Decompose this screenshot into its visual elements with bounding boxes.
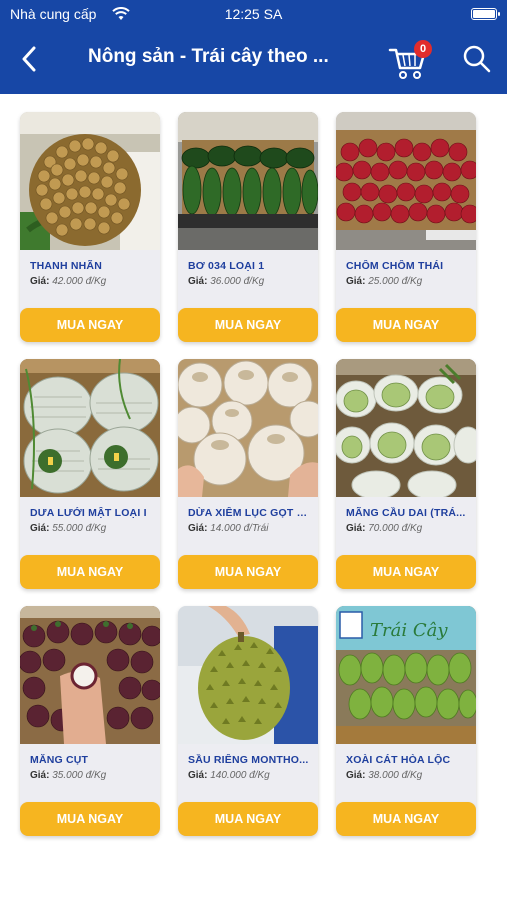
product-name[interactable]: BƠ 034 LOẠI 1 — [188, 260, 312, 272]
product-card[interactable]: THANH NHÃN Giá: 42.000 đ/Kg MUA NGAY — [20, 112, 160, 342]
shop-signboard-text: Trái Cây — [370, 620, 448, 641]
product-price: Giá: 25.000 đ/Kg — [346, 276, 423, 287]
buy-now-button[interactable]: MUA NGAY — [336, 802, 476, 836]
buy-now-button[interactable]: MUA NGAY — [178, 802, 318, 836]
coconut-photo — [178, 359, 318, 497]
battery-icon — [471, 8, 500, 20]
product-name[interactable]: DỪA XIÊM LỤC GỌT VỎ — [188, 507, 312, 519]
product-name[interactable]: MÃNG CẦU DAI (TRÁ... — [346, 507, 470, 519]
buy-now-button[interactable]: MUA NGAY — [178, 555, 318, 589]
chevron-left-icon — [22, 46, 36, 72]
product-card[interactable]: DỪA XIÊM LỤC GỌT VỎ Giá: 14.000 đ/Trái M… — [178, 359, 318, 589]
product-card[interactable]: SẦU RIÊNG MONTHO... Giá: 140.000 đ/Kg MU… — [178, 606, 318, 836]
product-image[interactable] — [336, 359, 476, 497]
product-price: Giá: 55.000 đ/Kg — [30, 523, 107, 534]
product-price: Giá: 38.000 đ/Kg — [346, 770, 423, 781]
longan-photo — [20, 112, 160, 250]
product-name[interactable]: SẦU RIÊNG MONTHO... — [188, 754, 312, 766]
buy-now-button[interactable]: MUA NGAY — [336, 308, 476, 342]
product-price: Giá: 140.000 đ/Kg — [188, 770, 270, 781]
page-title: Nông sản - Trái cây theo ... — [88, 46, 329, 67]
mangosteen-photo — [20, 606, 160, 744]
product-image[interactable] — [20, 112, 160, 250]
app-header: Nhà cung cấp 12:25 SA Nông sản - Trái câ… — [0, 0, 507, 94]
status-bar: Nhà cung cấp 12:25 SA — [0, 6, 507, 24]
product-price: Giá: 42.000 đ/Kg — [30, 276, 107, 287]
buy-now-button[interactable]: MUA NGAY — [20, 555, 160, 589]
product-price: Giá: 14.000 đ/Trái — [188, 523, 269, 534]
mango-photo: Trái Cây — [336, 606, 476, 744]
custard-apple-photo — [336, 359, 476, 497]
product-image[interactable]: Trái Cây — [336, 606, 476, 744]
product-card[interactable]: CHÔM CHÔM THÁI Giá: 25.000 đ/Kg MUA NGAY — [336, 112, 476, 342]
avocado-photo — [178, 112, 318, 250]
product-card[interactable]: DƯA LƯỚI MẬT LOẠI I Giá: 55.000 đ/Kg MUA… — [20, 359, 160, 589]
product-card[interactable]: BƠ 034 LOẠI 1 Giá: 36.000 đ/Kg MUA NGAY — [178, 112, 318, 342]
product-image[interactable] — [178, 359, 318, 497]
product-price: Giá: 35.000 đ/Kg — [30, 770, 107, 781]
product-name[interactable]: DƯA LƯỚI MẬT LOẠI I — [30, 507, 154, 519]
clock: 12:25 SA — [224, 6, 283, 22]
product-card[interactable]: MĂNG CỤT Giá: 35.000 đ/Kg MUA NGAY — [20, 606, 160, 836]
product-image[interactable] — [20, 606, 160, 744]
durian-photo — [178, 606, 318, 744]
melon-photo — [20, 359, 160, 497]
back-button[interactable] — [14, 44, 44, 74]
product-image[interactable] — [20, 359, 160, 497]
product-card[interactable]: MÃNG CẦU DAI (TRÁ... Giá: 70.000 đ/Kg MU… — [336, 359, 476, 589]
search-icon — [463, 45, 491, 73]
product-price: Giá: 36.000 đ/Kg — [188, 276, 265, 287]
product-name[interactable]: THANH NHÃN — [30, 260, 154, 272]
buy-now-button[interactable]: MUA NGAY — [336, 555, 476, 589]
buy-now-button[interactable]: MUA NGAY — [20, 308, 160, 342]
product-name[interactable]: CHÔM CHÔM THÁI — [346, 260, 470, 272]
product-image[interactable] — [336, 112, 476, 250]
search-button[interactable] — [462, 44, 492, 74]
product-image[interactable] — [178, 606, 318, 744]
rambutan-photo — [336, 112, 476, 250]
product-image[interactable] — [178, 112, 318, 250]
product-name[interactable]: XOÀI CÁT HÒA LỘC — [346, 754, 470, 766]
product-price: Giá: 70.000 đ/Kg — [346, 523, 423, 534]
buy-now-button[interactable]: MUA NGAY — [178, 308, 318, 342]
product-name[interactable]: MĂNG CỤT — [30, 754, 154, 766]
product-card[interactable]: Trái Cây XOÀI CÁT HÒA LỘC Giá: 38.000 đ/… — [336, 606, 476, 836]
buy-now-button[interactable]: MUA NGAY — [20, 802, 160, 836]
cart-count-badge: 0 — [414, 40, 432, 58]
cart-button[interactable]: 0 — [388, 40, 432, 80]
